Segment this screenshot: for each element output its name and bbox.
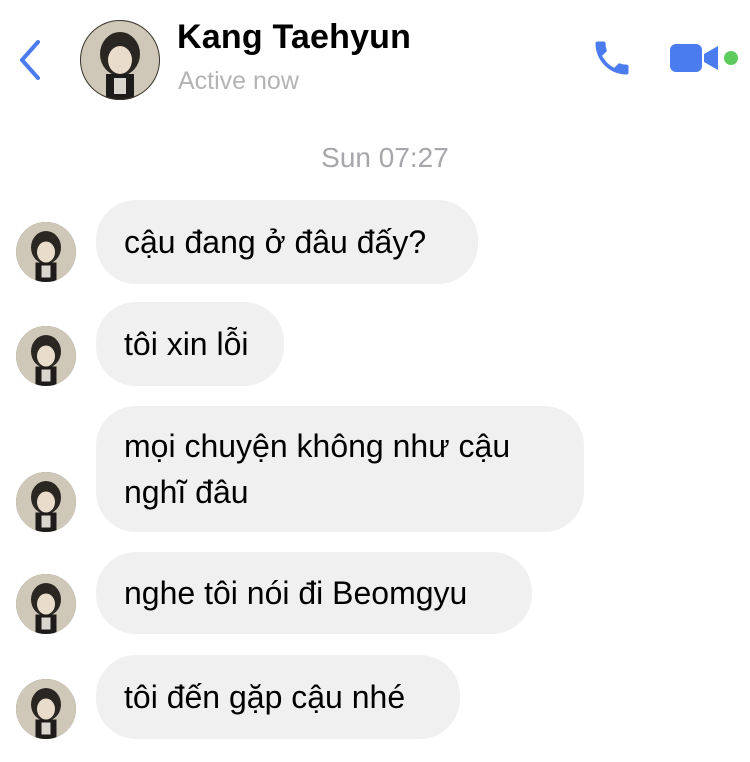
message-text: tôi xin lỗi	[124, 326, 249, 362]
message-row: tôi đến gặp cậu nhé	[0, 655, 750, 739]
online-indicator	[724, 51, 738, 65]
sender-avatar[interactable]	[16, 222, 76, 282]
message-bubble[interactable]: tôi xin lỗi	[96, 302, 284, 386]
sender-avatar[interactable]	[16, 472, 76, 532]
message-text: cậu đang ở đâu đấy?	[124, 224, 427, 260]
avatar-photo	[16, 679, 76, 739]
chat-header: Kang Taehyun Active now	[0, 0, 750, 120]
message-bubble[interactable]: tôi đến gặp cậu nhé	[96, 655, 460, 739]
message-row: nghe tôi nói đi Beomgyu	[0, 552, 750, 634]
sender-avatar[interactable]	[16, 326, 76, 386]
avatar-photo	[16, 222, 76, 282]
chevron-left-icon	[20, 40, 40, 80]
video-call-button[interactable]	[668, 40, 720, 76]
message-text: tôi đến gặp cậu nhé	[124, 679, 406, 715]
avatar-photo	[16, 574, 76, 634]
contact-name[interactable]: Kang Taehyun	[177, 18, 411, 57]
message-text-line: nghĩ đâu	[124, 474, 249, 510]
conversation-timestamp: Sun 07:27	[321, 142, 449, 173]
message-text: nghe tôi nói đi Beomgyu	[124, 575, 468, 611]
avatar-photo	[80, 20, 160, 100]
phone-icon	[595, 41, 629, 75]
message-row: cậu đang ở đâu đấy?	[0, 200, 750, 284]
video-camera-icon	[670, 44, 718, 72]
message-text-line: mọi chuyện không như cậu	[124, 428, 511, 464]
sender-avatar[interactable]	[16, 679, 76, 739]
back-button[interactable]	[14, 38, 48, 82]
avatar-photo	[16, 472, 76, 532]
active-status: Active now	[178, 67, 299, 95]
message-row: mọi chuyện không như cậu nghĩ đâu	[0, 406, 750, 532]
avatar-photo	[16, 326, 76, 386]
call-button[interactable]	[590, 36, 634, 80]
message-bubble[interactable]: cậu đang ở đâu đấy?	[96, 200, 478, 284]
message-bubble[interactable]: mọi chuyện không như cậu nghĩ đâu	[96, 406, 584, 532]
sender-avatar[interactable]	[16, 574, 76, 634]
contact-avatar[interactable]	[80, 20, 160, 100]
message-bubble[interactable]: nghe tôi nói đi Beomgyu	[96, 552, 532, 634]
message-row: tôi xin lỗi	[0, 302, 750, 386]
